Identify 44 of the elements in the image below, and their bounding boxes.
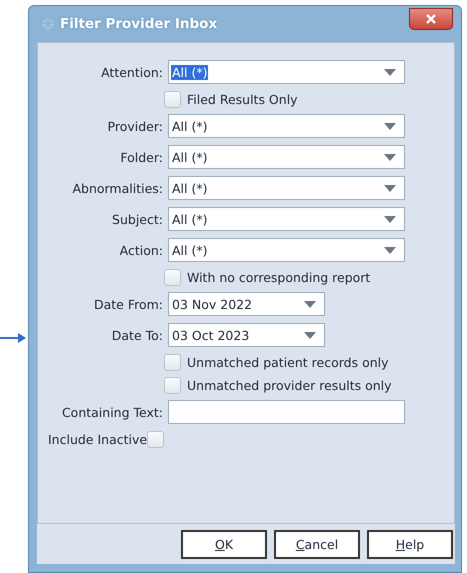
caret-icon <box>304 332 316 338</box>
checkbox[interactable] <box>147 431 164 448</box>
close-button[interactable] <box>409 8 453 30</box>
dropdown[interactable]: All (*) <box>168 145 405 169</box>
dropdown[interactable]: All (*) <box>168 238 405 262</box>
dialog-button[interactable]: Help <box>367 530 453 558</box>
date-dropdown[interactable]: 03 Oct 2023 <box>168 323 325 347</box>
checkbox-label: Include Inactive <box>48 432 148 447</box>
dropdown[interactable]: All (*) <box>168 207 405 231</box>
caret-icon <box>384 154 396 160</box>
checkbox-label: With no corresponding report <box>187 270 370 284</box>
checkbox-label: Unmatched provider results only <box>187 378 392 392</box>
dialog-button[interactable]: Cancel <box>274 530 360 558</box>
dropdown[interactable]: All (*) <box>168 176 405 200</box>
gear-icon <box>41 17 55 31</box>
field-label: Containing Text: <box>60 404 163 420</box>
checkbox[interactable] <box>164 376 181 394</box>
caret-icon <box>384 122 396 130</box>
field-label: Date From: <box>92 296 163 312</box>
field-label: Folder: <box>119 150 163 164</box>
checkbox[interactable] <box>164 90 181 108</box>
arrow-icon <box>0 333 26 343</box>
close-icon <box>425 14 437 24</box>
checkbox[interactable] <box>164 268 181 286</box>
field-label: Action: <box>118 242 163 258</box>
dropdown[interactable]: All (*) <box>168 114 405 138</box>
field-label: Subject: <box>111 212 163 226</box>
checkbox-label: Unmatched patient records only <box>187 354 389 370</box>
checkbox-label: Filed Results Only <box>187 92 298 106</box>
date-dropdown[interactable]: 03 Nov 2022 <box>168 292 325 316</box>
field-label: Date To: <box>110 328 163 342</box>
field-label: Attention: <box>100 64 163 80</box>
checkbox[interactable] <box>164 354 181 370</box>
caret-icon <box>384 184 396 192</box>
caret-icon <box>384 246 396 254</box>
dialog-button[interactable]: OK <box>181 530 267 558</box>
caret-icon <box>384 216 396 222</box>
field-label: Provider: <box>106 118 163 134</box>
caret-icon <box>304 300 316 308</box>
field-label: Abnormalities: <box>71 180 163 196</box>
dropdown[interactable]: All (*) <box>168 60 405 84</box>
text-field[interactable] <box>168 400 405 424</box>
window-title: Filter Provider Inbox <box>60 16 218 32</box>
caret-icon <box>384 68 396 76</box>
